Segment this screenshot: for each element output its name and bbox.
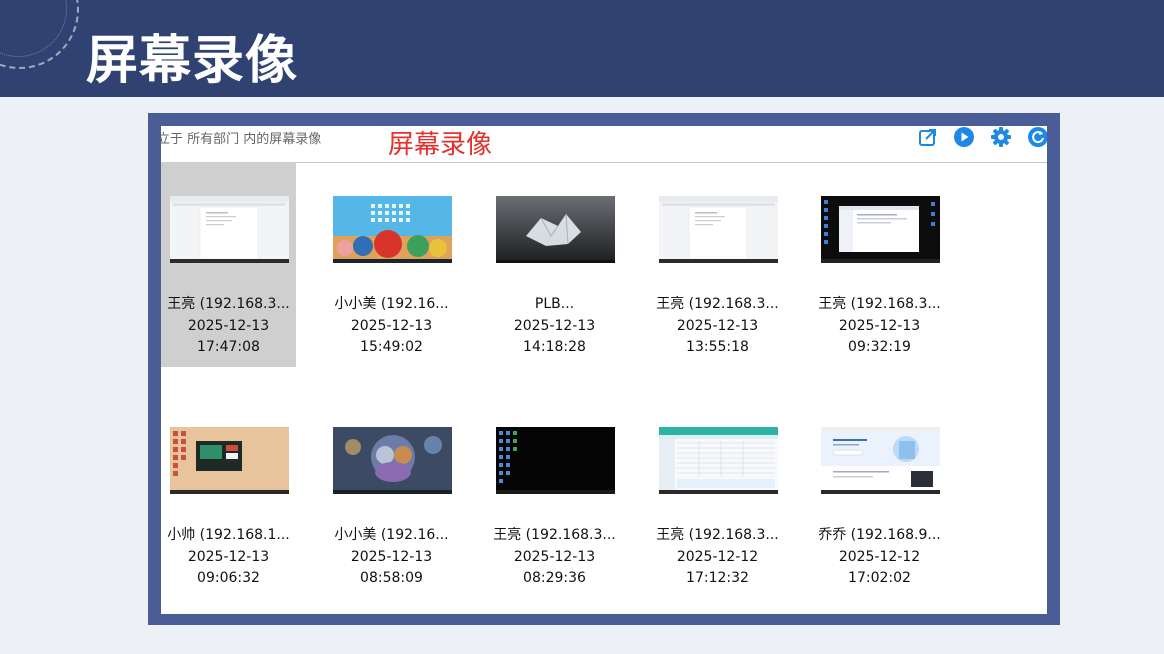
recording-time: 09:06:32 bbox=[197, 570, 260, 586]
recording-name: 小帅 (192.168.1... bbox=[167, 527, 290, 543]
annotation-label: 屏幕录像 bbox=[388, 130, 493, 160]
recording-item[interactable]: 小小美 (192.16... 2025-12-13 08:58:09 bbox=[324, 393, 459, 598]
recording-name: 王亮 (192.168.3... bbox=[656, 527, 779, 543]
recording-caption: 王亮 (192.168.3... 2025-12-13 17:47:08 bbox=[161, 294, 296, 359]
recording-date: 2025-12-13 bbox=[513, 317, 596, 334]
recording-time: 09:32:19 bbox=[848, 339, 911, 355]
recording-item[interactable]: 小小美 (192.16... 2025-12-13 15:49:02 bbox=[324, 162, 459, 367]
recording-caption: 王亮 (192.168.3... 2025-12-12 17:12:32 bbox=[650, 525, 785, 590]
recording-time: 13:55:18 bbox=[686, 339, 749, 355]
recording-name: 王亮 (192.168.3... bbox=[656, 296, 779, 312]
recordings-window: 立于 所有部门 内的屏幕录像 屏幕录像 王亮 (192.168.3... 202… bbox=[161, 126, 1047, 614]
recording-item[interactable]: 王亮 (192.168.3... 2025-12-12 17:12:32 bbox=[650, 393, 785, 598]
recording-date: 2025-12-13 bbox=[838, 317, 921, 334]
recording-time: 17:12:32 bbox=[686, 570, 749, 586]
recording-caption: 乔乔 (192.168.9... 2025-12-12 17:02:02 bbox=[812, 525, 947, 590]
recording-date: 2025-12-13 bbox=[187, 548, 270, 565]
recording-time: 08:29:36 bbox=[523, 570, 586, 586]
recording-name: 王亮 (192.168.3... bbox=[167, 296, 290, 312]
recording-thumbnail[interactable] bbox=[821, 427, 940, 494]
recording-date: 2025-12-13 bbox=[187, 317, 270, 334]
recording-caption: 小小美 (192.16... 2025-12-13 08:58:09 bbox=[324, 525, 459, 590]
refresh-icon[interactable] bbox=[1027, 126, 1047, 148]
recording-name: PLB... bbox=[534, 296, 575, 312]
recording-item[interactable]: 王亮 (192.168.3... 2025-12-13 13:55:18 bbox=[650, 162, 785, 367]
recording-thumbnail[interactable] bbox=[659, 427, 778, 494]
recording-name: 王亮 (192.168.3... bbox=[818, 296, 941, 312]
recording-caption: 王亮 (192.168.3... 2025-12-13 08:29:36 bbox=[487, 525, 622, 590]
recording-item[interactable]: 王亮 (192.168.3... 2025-12-13 08:29:36 bbox=[487, 393, 622, 598]
recording-item[interactable]: 小帅 (192.168.1... 2025-12-13 09:06:32 bbox=[161, 393, 296, 598]
recording-name: 乔乔 (192.168.9... bbox=[818, 527, 941, 543]
recording-time: 17:02:02 bbox=[848, 570, 911, 586]
recording-date: 2025-12-13 bbox=[676, 317, 759, 334]
play-icon[interactable] bbox=[953, 126, 975, 148]
recording-name: 王亮 (192.168.3... bbox=[493, 527, 616, 543]
settings-icon[interactable] bbox=[990, 126, 1012, 148]
recording-caption: 王亮 (192.168.3... 2025-12-13 13:55:18 bbox=[650, 294, 785, 359]
recording-date: 2025-12-13 bbox=[513, 548, 596, 565]
recording-thumbnail[interactable] bbox=[496, 196, 615, 263]
recording-caption: PLB... 2025-12-13 14:18:28 bbox=[487, 294, 622, 359]
recording-thumbnail[interactable] bbox=[659, 196, 778, 263]
recording-caption: 小小美 (192.16... 2025-12-13 15:49:02 bbox=[324, 294, 459, 359]
recording-date: 2025-12-13 bbox=[350, 317, 433, 334]
title-banner: 屏幕录像 bbox=[0, 0, 1164, 97]
recording-date: 2025-12-12 bbox=[838, 548, 921, 565]
recording-thumbnail[interactable] bbox=[170, 427, 289, 494]
recording-time: 17:47:08 bbox=[197, 339, 260, 355]
recording-time: 14:18:28 bbox=[523, 339, 586, 355]
recording-time: 15:49:02 bbox=[360, 339, 423, 355]
toolbar: 立于 所有部门 内的屏幕录像 屏幕录像 bbox=[161, 126, 1047, 163]
recording-item[interactable]: 乔乔 (192.168.9... 2025-12-12 17:02:02 bbox=[812, 393, 947, 598]
page-title: 屏幕录像 bbox=[86, 31, 299, 91]
recording-time: 08:58:09 bbox=[360, 570, 423, 586]
recording-thumbnail[interactable] bbox=[333, 427, 452, 494]
export-icon[interactable] bbox=[917, 126, 939, 148]
recording-item[interactable]: 王亮 (192.168.3... 2025-12-13 09:32:19 bbox=[812, 162, 947, 367]
recording-caption: 小帅 (192.168.1... 2025-12-13 09:06:32 bbox=[161, 525, 296, 590]
recording-thumbnail[interactable] bbox=[333, 196, 452, 263]
recording-date: 2025-12-12 bbox=[676, 548, 759, 565]
recording-thumbnail[interactable] bbox=[170, 196, 289, 263]
recording-name: 小小美 (192.16... bbox=[334, 296, 449, 312]
recording-thumbnail[interactable] bbox=[496, 427, 615, 494]
recording-thumbnail[interactable] bbox=[821, 196, 940, 263]
recording-item[interactable]: PLB... 2025-12-13 14:18:28 bbox=[487, 162, 622, 367]
recording-date: 2025-12-13 bbox=[350, 548, 433, 565]
recording-item[interactable]: 王亮 (192.168.3... 2025-12-13 17:47:08 bbox=[161, 162, 296, 367]
recording-caption: 王亮 (192.168.3... 2025-12-13 09:32:19 bbox=[812, 294, 947, 359]
recording-name: 小小美 (192.16... bbox=[334, 527, 449, 543]
location-breadcrumb: 立于 所有部门 内的屏幕录像 bbox=[161, 132, 322, 147]
